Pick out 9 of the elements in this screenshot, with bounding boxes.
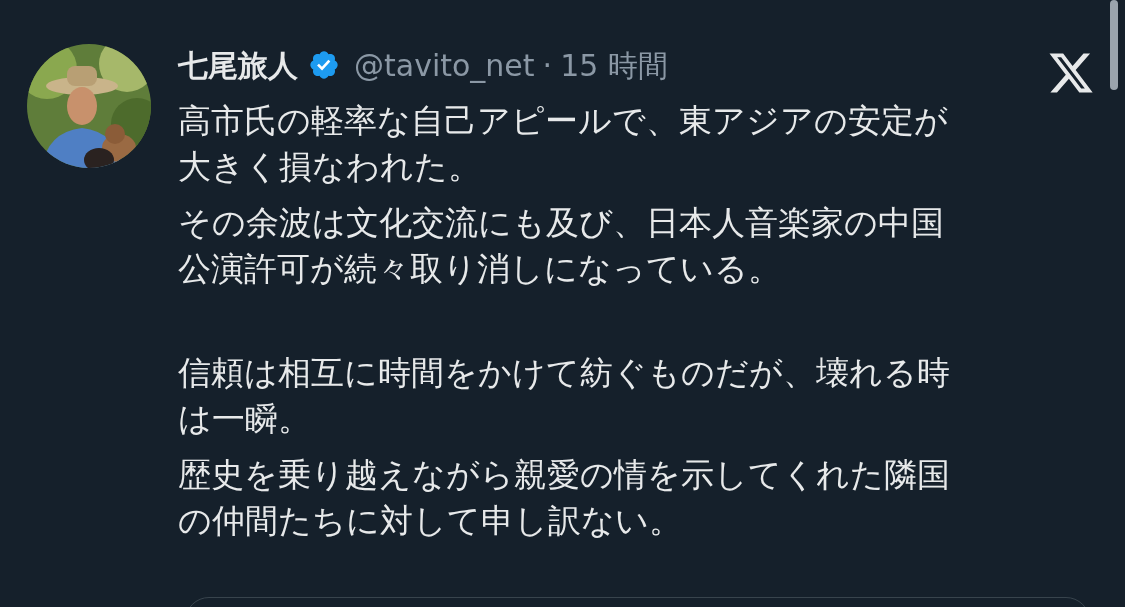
post-text: その余波は文化交流にも及び、日本人音楽家の中国 公演許可が続々取り消しになっている。	[178, 202, 945, 290]
post-text: 信頼は相互に時間をかけて紡ぐものだが、壊れる時 は一瞬。	[178, 352, 951, 440]
post-time[interactable]: 15 時間	[560, 42, 668, 88]
separator: ·	[542, 46, 553, 85]
scrollbar[interactable]	[1110, 0, 1118, 90]
handle[interactable]: @tavito_net	[354, 42, 535, 88]
post-text: 高市氏の軽率な自己アピールで、東アジアの安定が 大きく損なわれた。	[178, 100, 949, 188]
post-text: 歴史を乗り越えながら親愛の情を示してくれた隣国 の仲間たちに対して申し訳ない。	[178, 454, 951, 542]
author-name[interactable]: 七尾旅人	[178, 42, 298, 88]
